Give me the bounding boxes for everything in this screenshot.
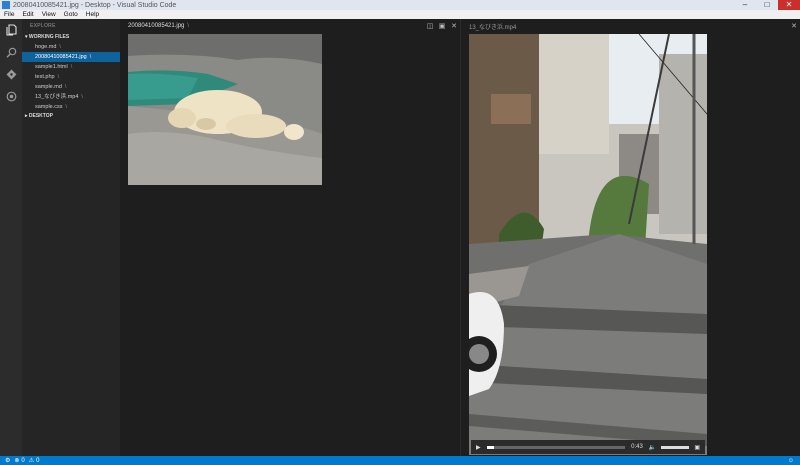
menu-bar: File Edit View Goto Help bbox=[0, 10, 800, 19]
warning-count: 0 bbox=[36, 457, 40, 464]
file-name: hoge.md bbox=[35, 44, 57, 50]
file-item-hoge-md[interactable]: hoge.md \ bbox=[22, 42, 120, 52]
editor-right-filename: 13_なびき浜.mp4 bbox=[469, 24, 517, 31]
volume-slider[interactable] bbox=[661, 445, 690, 449]
explorer-header: EXPLORE bbox=[30, 23, 56, 29]
branch-icon[interactable]: ⚙ bbox=[5, 457, 10, 464]
editor-left-header: 20080410085421.jpg \ ◫ ▣ ✕ bbox=[120, 19, 460, 33]
file-name: 20080410085421.jpg bbox=[35, 54, 87, 60]
video-progress-fill bbox=[486, 445, 494, 449]
desktop-label: DESKTOP bbox=[28, 113, 53, 119]
editor-left-filename: 20080410085421.jpg bbox=[128, 23, 185, 29]
close-window-button[interactable]: ✕ bbox=[778, 0, 800, 10]
street-video-frame bbox=[469, 34, 707, 455]
volume-icon[interactable]: 🔈 bbox=[649, 444, 656, 451]
error-icon[interactable]: ⊗ bbox=[14, 457, 19, 464]
file-item-mp4[interactable]: 13_なびき浜.mp4 \ bbox=[22, 92, 120, 102]
error-count: 0 bbox=[21, 457, 25, 464]
video-time: 0:43 bbox=[631, 444, 643, 450]
editor-right-header: 13_なびき浜.mp4 ✕ bbox=[461, 19, 800, 33]
desktop-section[interactable]: ▸ DESKTOP bbox=[22, 112, 120, 121]
menu-file[interactable]: File bbox=[0, 11, 18, 18]
video-controls: ▶ 0:43 🔈 ▣ bbox=[471, 440, 705, 454]
working-files-section[interactable]: ▾ WORKING FILES bbox=[22, 33, 120, 42]
explorer-sidebar: EXPLORE ▾ WORKING FILES hoge.md \ 2008041… bbox=[22, 19, 120, 456]
editor-left: 20080410085421.jpg \ ◫ ▣ ✕ bbox=[120, 19, 460, 456]
file-name: sample1.html bbox=[35, 64, 68, 70]
window-title: 20080410085421.jpg - Desktop - Visual St… bbox=[13, 1, 177, 9]
open-preview-icon[interactable]: ▣ bbox=[436, 22, 448, 30]
file-item-sample-md[interactable]: sample.md \ bbox=[22, 82, 120, 92]
file-name: sample.css bbox=[35, 104, 63, 110]
file-dir: \ bbox=[81, 94, 83, 100]
close-editor-icon[interactable]: ✕ bbox=[448, 22, 460, 30]
file-dir: \ bbox=[57, 74, 60, 80]
search-icon[interactable] bbox=[0, 41, 22, 63]
file-dir: \ bbox=[65, 104, 68, 110]
split-editor-icon[interactable]: ◫ bbox=[424, 22, 436, 30]
file-dir: \ bbox=[64, 84, 67, 90]
status-bar: ⚙ ⊗ 0 ⚠ 0 ☺ bbox=[0, 456, 800, 465]
file-item-test-php[interactable]: test.php \ bbox=[22, 72, 120, 82]
file-item-sample-css[interactable]: sample.css \ bbox=[22, 102, 120, 112]
file-dir: \ bbox=[89, 54, 92, 60]
editor-left-dir: \ bbox=[187, 23, 190, 29]
video-seek-bar[interactable] bbox=[486, 445, 626, 449]
menu-help[interactable]: Help bbox=[82, 11, 103, 18]
file-name: sample.md bbox=[35, 84, 62, 90]
file-item-jpg[interactable]: 20080410085421.jpg \ bbox=[22, 52, 120, 62]
file-dir: \ bbox=[70, 64, 73, 70]
debug-icon[interactable] bbox=[0, 85, 22, 107]
file-item-sample1-html[interactable]: sample1.html \ bbox=[22, 62, 120, 72]
menu-view[interactable]: View bbox=[38, 11, 60, 18]
window-title-bar: 20080410085421.jpg - Desktop - Visual St… bbox=[0, 0, 800, 10]
close-editor-right-icon[interactable]: ✕ bbox=[788, 22, 800, 30]
activity-bar bbox=[0, 19, 22, 456]
file-name: 13_なびき浜.mp4 bbox=[35, 94, 79, 100]
warning-icon[interactable]: ⚠ bbox=[29, 457, 34, 464]
maximize-button[interactable]: □ bbox=[756, 0, 778, 10]
git-icon[interactable] bbox=[0, 63, 22, 85]
app-icon bbox=[2, 1, 10, 9]
feedback-icon[interactable]: ☺ bbox=[788, 458, 794, 464]
menu-edit[interactable]: Edit bbox=[18, 11, 37, 18]
editor-right: 13_なびき浜.mp4 ✕ bbox=[461, 19, 800, 456]
file-name: test.php bbox=[35, 74, 55, 80]
fullscreen-icon[interactable]: ▣ bbox=[694, 444, 700, 451]
explorer-icon[interactable] bbox=[0, 19, 22, 41]
minimize-button[interactable]: – bbox=[734, 0, 756, 10]
play-icon[interactable]: ▶ bbox=[476, 444, 481, 451]
polar-bear-image bbox=[128, 34, 322, 185]
file-dir: \ bbox=[59, 44, 61, 50]
menu-goto[interactable]: Goto bbox=[60, 11, 82, 18]
working-files-label: WORKING FILES bbox=[28, 34, 70, 40]
